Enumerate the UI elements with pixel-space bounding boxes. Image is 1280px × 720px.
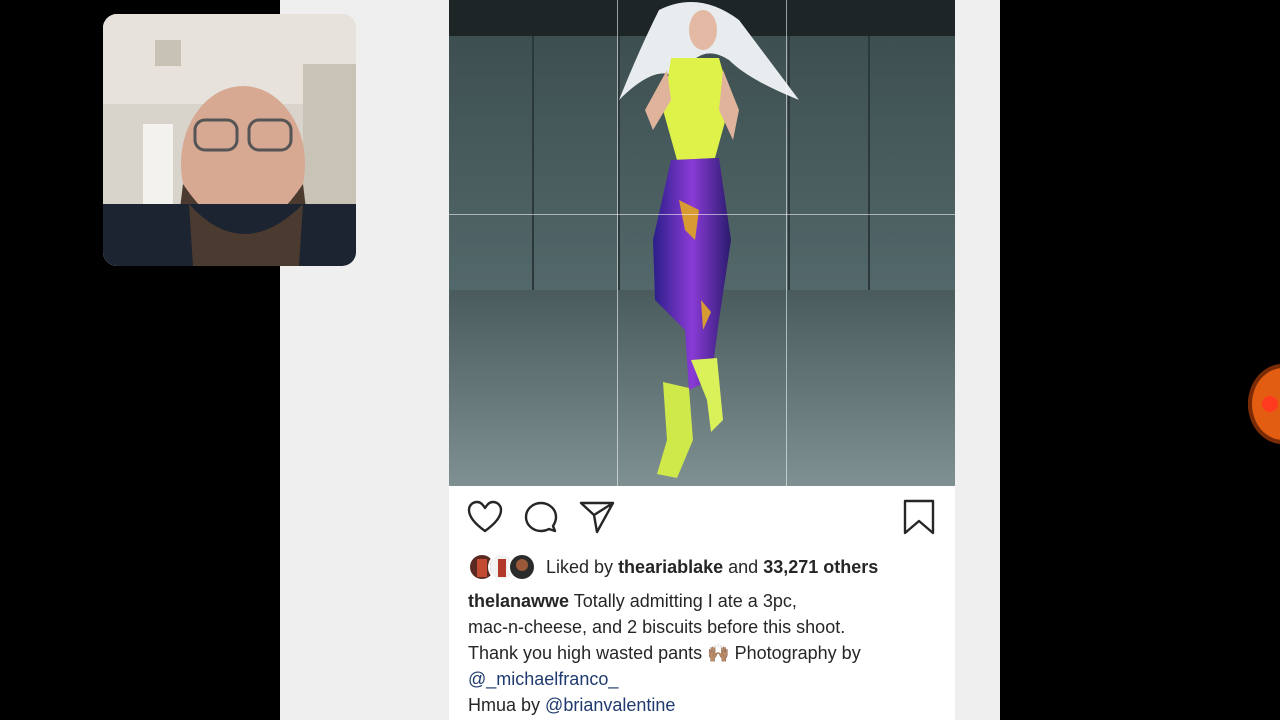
caption-text-line: Totally admitting I ate a 3pc, (573, 591, 797, 611)
post-photo[interactable] (449, 0, 955, 486)
caption-text-line: Photography by (734, 643, 861, 663)
caption-username[interactable]: thelanawwe (468, 591, 569, 611)
liker-avatars (468, 553, 536, 581)
webcam-overlay (103, 14, 356, 266)
liker-avatar[interactable] (508, 553, 536, 581)
bookmark-icon (903, 499, 935, 540)
likes-summary: Liked by theariablake and 33,271 others (468, 553, 878, 581)
save-button[interactable] (899, 497, 939, 541)
caption-text-line: Hmua by (468, 695, 541, 715)
hands-emoji: 🙌🏽 (707, 643, 730, 663)
comment-button[interactable] (521, 497, 561, 541)
liked-by-prefix: Liked by (546, 556, 614, 577)
liked-by-and: and (728, 556, 759, 577)
crop-grid-line (449, 214, 955, 215)
heart-icon (467, 500, 503, 539)
post-actions-bar (449, 497, 955, 541)
post-caption: thelanawwe Totally admitting I ate a 3pc… (468, 588, 938, 718)
liked-by-username[interactable]: theariablake (618, 557, 723, 578)
share-button[interactable] (577, 497, 617, 541)
likes-count[interactable]: 33,271 others (763, 557, 878, 578)
caption-text-line: Thank you high wasted pants (468, 643, 703, 663)
like-button[interactable] (465, 497, 505, 541)
caption-text-line: mac-n-cheese, and 2 biscuits before this… (468, 617, 846, 637)
instagram-post: Liked by theariablake and 33,271 others … (449, 0, 955, 720)
mention-link[interactable]: @_michaelfranco_ (468, 669, 618, 689)
mention-link[interactable]: @brianvalentine (545, 695, 675, 715)
record-icon (1262, 396, 1278, 412)
record-button[interactable] (1248, 364, 1280, 444)
comment-icon (524, 500, 558, 539)
share-icon (579, 500, 615, 539)
